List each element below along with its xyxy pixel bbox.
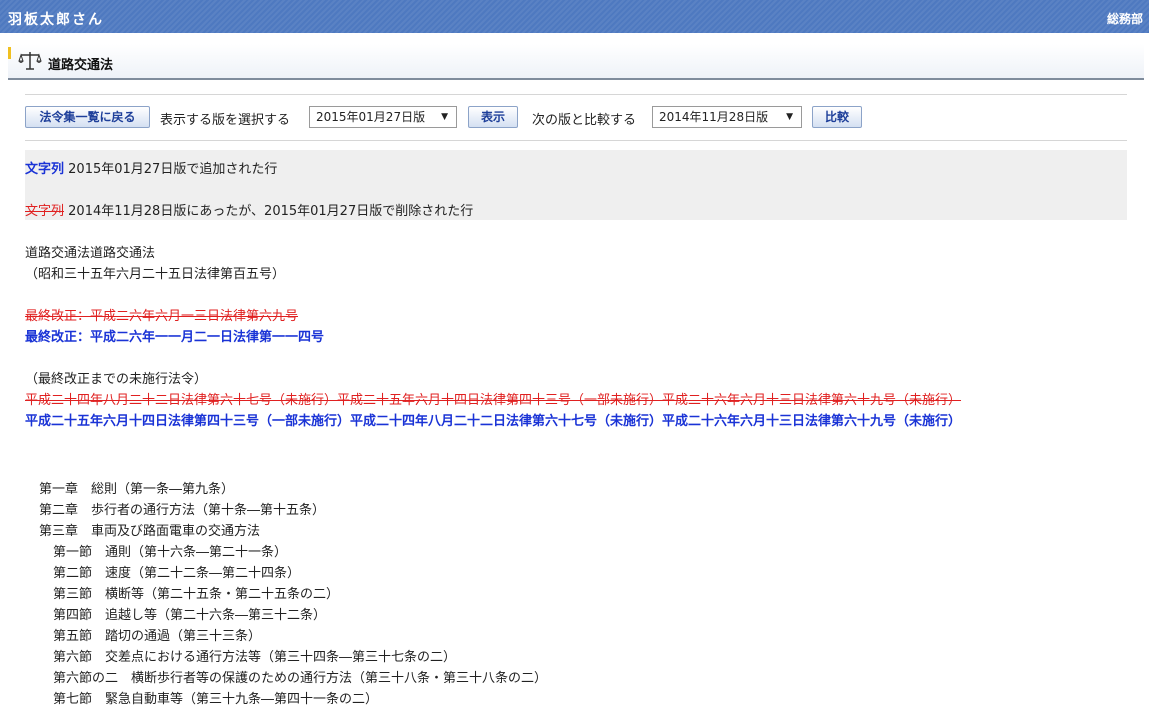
toc-item[interactable]: 第七節 緊急自動車等（第三十九条―第四十一条の二）: [39, 689, 547, 710]
table-of-contents: 第一章 総則（第一条―第九条） 第二章 歩行者の通行方法（第十条―第十五条） 第三章…: [39, 479, 547, 710]
toc-item[interactable]: 第三章 車両及び路面電車の交通方法: [39, 521, 547, 542]
toc-item[interactable]: 第二節 速度（第二十二条―第二十四条）: [39, 563, 547, 584]
unenforced-label: （最終改正までの未施行法令）: [25, 372, 208, 387]
last-amend-added: 最終改正：平成二六年一一月二一日法律第一一四号: [25, 330, 325, 345]
law-number: （昭和三十五年六月二十五日法律第百五号）: [25, 267, 286, 282]
toc-item[interactable]: 第二章 歩行者の通行方法（第十条―第十五条）: [39, 500, 547, 521]
page-title: 道路交通法: [48, 58, 114, 73]
show-button[interactable]: 表示: [468, 106, 518, 128]
compare-version-select[interactable]: 2014年11月28日版 ▼: [652, 106, 802, 128]
version-select-value: 2015年01月27日版: [316, 110, 426, 124]
user-name: 羽板太郎さん: [8, 12, 104, 28]
last-amend-deleted: 最終改正：平成二六年六月一三日法律第六九号: [25, 309, 299, 324]
user-bar: 羽板太郎さん 総務部: [0, 0, 1149, 33]
toc-item[interactable]: 第六節 交差点における通行方法等（第三十四条―第三十七条の二）: [39, 647, 547, 668]
deleted-description: 2014年11月28日版にあったが、2015年01月27日版で削除された行: [64, 204, 474, 219]
legend-added-row: 文字列 2015年01月27日版で追加された行: [25, 158, 277, 177]
added-marker: 文字列: [25, 162, 65, 177]
toc-item[interactable]: 第一節 通則（第十六条―第二十一条）: [39, 542, 547, 563]
unenforced-added: 平成二十五年六月十四日法律第四十三号（一部未施行）平成二十四年八月二十二日法律第…: [25, 414, 962, 429]
compare-label: 次の版と比較する: [532, 113, 637, 128]
version-select[interactable]: 2015年01月27日版 ▼: [309, 106, 457, 128]
deleted-marker: 文字列: [25, 204, 65, 219]
compare-select-value: 2014年11月28日版: [659, 110, 769, 124]
toc-item[interactable]: 第四節 追越し等（第二十六条―第三十二条）: [39, 605, 547, 626]
header-accent: [8, 47, 11, 59]
back-to-list-button[interactable]: 法令集一覧に戻る: [25, 106, 150, 128]
app-header: 道路交通法: [8, 44, 1144, 80]
unenforced-deleted: 平成二十四年八月二十二日法律第六十七号（未施行）平成二十五年六月十四日法律第四十…: [25, 393, 962, 408]
toc-item[interactable]: 第五節 踏切の通過（第三十三条）: [39, 626, 547, 647]
select-version-label: 表示する版を選択する: [160, 113, 291, 128]
chevron-down-icon: ▼: [441, 112, 448, 122]
diff-legend: 文字列 2015年01月27日版で追加された行 文字列 2014年11月28日版…: [25, 150, 1127, 220]
toc-item[interactable]: 第六節の二 横断歩行者等の保護のための通行方法（第三十八条・第三十八条の二）: [39, 668, 547, 689]
law-title: 道路交通法道路交通法: [25, 246, 156, 261]
department-label[interactable]: 総務部: [1107, 10, 1143, 27]
version-toolbar: 法令集一覧に戻る 表示する版を選択する 2015年01月27日版 ▼ 表示 次の…: [25, 94, 1127, 141]
compare-button[interactable]: 比較: [812, 106, 862, 128]
legend-deleted-row: 文字列 2014年11月28日版にあったが、2015年01月27日版で削除された…: [25, 200, 473, 219]
toc-item[interactable]: 第一章 総則（第一条―第九条）: [39, 479, 547, 500]
chevron-down-icon: ▼: [786, 112, 793, 122]
toc-item[interactable]: 第三節 横断等（第二十五条・第二十五条の二）: [39, 584, 547, 605]
scale-icon: [18, 52, 42, 70]
added-description: 2015年01月27日版で追加された行: [64, 162, 278, 177]
